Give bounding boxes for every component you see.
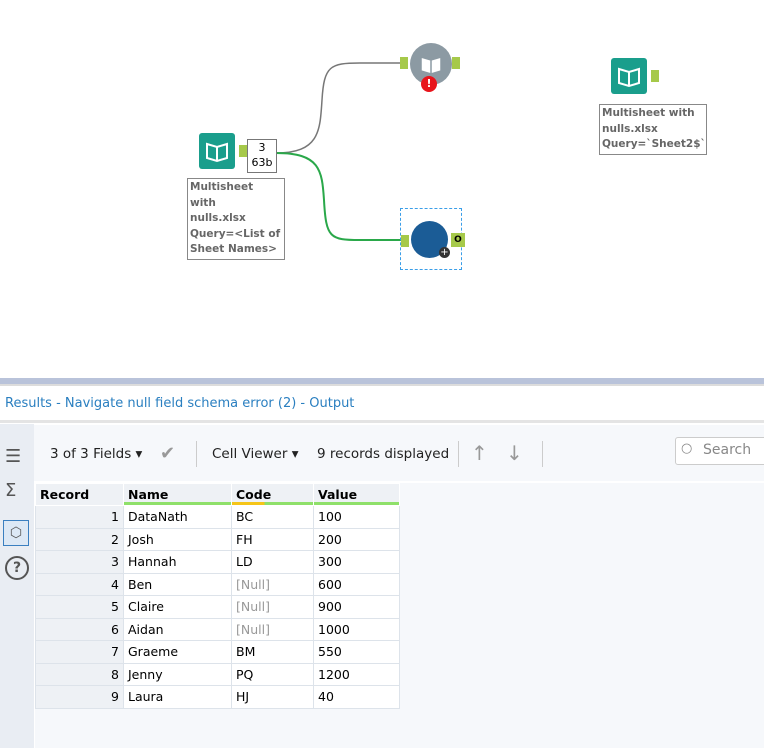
- code-cell[interactable]: BC: [231, 505, 314, 529]
- record-cell[interactable]: 8: [35, 662, 124, 686]
- value-cell[interactable]: 900: [313, 595, 400, 619]
- plus-icon: +: [439, 247, 450, 258]
- input-annotation: Multisheet with nulls.xlsx Query=<List of S…: [187, 178, 285, 260]
- table-row[interactable]: 1 DataNath BC 100: [35, 505, 400, 529]
- table-row[interactable]: 6 Aidan [Null] 1000: [35, 617, 400, 641]
- book-icon: [618, 67, 640, 88]
- name-cell[interactable]: Ben: [123, 572, 232, 596]
- search-input[interactable]: ○ Search: [675, 437, 764, 465]
- connection-lines: [275, 62, 402, 241]
- separator: [196, 441, 197, 467]
- record-cell[interactable]: 3: [35, 550, 124, 574]
- record-cell[interactable]: 5: [35, 595, 124, 619]
- help-icon[interactable]: ?: [5, 556, 29, 580]
- name-cell[interactable]: Jenny: [123, 662, 232, 686]
- workflow-canvas[interactable]: 3 63b Multisheet with nulls.xlsx Query=<Lis…: [0, 0, 764, 378]
- name-cell[interactable]: Aidan: [123, 617, 232, 641]
- records-count: 9 records displayed: [317, 446, 450, 462]
- error-icon: !: [421, 76, 437, 92]
- name-cell[interactable]: Claire: [123, 595, 232, 619]
- table-row[interactable]: 5 Claire [Null] 900: [35, 595, 400, 619]
- value-cell[interactable]: 300: [313, 550, 400, 574]
- input-data-tool[interactable]: [199, 133, 235, 169]
- table-row[interactable]: 8 Jenny PQ 1200: [35, 662, 400, 686]
- code-cell[interactable]: PQ: [231, 662, 314, 686]
- metadata-icon[interactable]: Σ: [5, 480, 25, 501]
- results-grid: Record Name Code Value 1 DataNath BC 100 2 Jo…: [35, 483, 764, 748]
- selected-macro-tool[interactable]: + O: [400, 208, 465, 270]
- output-anchor[interactable]: O: [451, 233, 465, 247]
- value-cell[interactable]: 100: [313, 505, 400, 529]
- value-cell[interactable]: 1200: [313, 662, 400, 686]
- table-view-icon[interactable]: ☰: [5, 446, 25, 467]
- code-cell[interactable]: [Null]: [231, 617, 314, 641]
- record-cell[interactable]: 2: [35, 527, 124, 551]
- code-cell[interactable]: HJ: [231, 685, 314, 709]
- output-view-icon[interactable]: ⬡: [3, 520, 29, 546]
- table-row[interactable]: 7 Graeme BM 550: [35, 640, 400, 664]
- table-row[interactable]: 9 Laura HJ 40: [35, 685, 400, 709]
- name-cell[interactable]: Josh: [123, 527, 232, 551]
- separator: [458, 441, 459, 467]
- divider: [0, 420, 764, 423]
- pane-splitter[interactable]: [0, 378, 764, 386]
- code-cell[interactable]: [Null]: [231, 595, 314, 619]
- record-cell[interactable]: 1: [35, 505, 124, 529]
- input-anchor[interactable]: [401, 235, 409, 247]
- name-cell[interactable]: Laura: [123, 685, 232, 709]
- results-sidebar: ☰ Σ ⬡ ?: [0, 424, 34, 748]
- record-cell[interactable]: 6: [35, 617, 124, 641]
- value-cell[interactable]: 200: [313, 527, 400, 551]
- input-data-tool-2[interactable]: [611, 58, 647, 94]
- value-cell[interactable]: 1000: [313, 617, 400, 641]
- input-annotation-2: Multisheet with nulls.xlsx Query=`Sheet2$`: [599, 104, 707, 155]
- results-toolbar: 3 of 3 Fields ▾ ✔ Cell Viewer ▾ 9 record…: [34, 425, 764, 481]
- separator: [542, 441, 543, 467]
- column-header-code[interactable]: Code: [231, 483, 314, 506]
- name-cell[interactable]: Graeme: [123, 640, 232, 664]
- input-anchor[interactable]: [400, 57, 408, 69]
- name-cell[interactable]: DataNath: [123, 505, 232, 529]
- record-cell[interactable]: 7: [35, 640, 124, 664]
- value-cell[interactable]: 40: [313, 685, 400, 709]
- arrow-up-icon[interactable]: ↑: [471, 441, 488, 465]
- cell-viewer-dropdown[interactable]: Cell Viewer ▾: [212, 446, 299, 462]
- code-cell[interactable]: LD: [231, 550, 314, 574]
- output-anchor[interactable]: [651, 70, 659, 82]
- results-title: Results - Navigate null field schema err…: [5, 396, 355, 411]
- book-icon: [206, 142, 228, 163]
- column-header-record[interactable]: Record: [35, 483, 124, 506]
- value-cell[interactable]: 600: [313, 572, 400, 596]
- output-anchor[interactable]: [452, 57, 460, 69]
- search-icon: ○: [681, 441, 693, 456]
- record-count-badge: 3 63b: [247, 139, 277, 173]
- code-cell[interactable]: [Null]: [231, 572, 314, 596]
- table-row[interactable]: 4 Ben [Null] 600: [35, 572, 400, 596]
- column-header-value[interactable]: Value: [313, 483, 400, 506]
- record-cell[interactable]: 9: [35, 685, 124, 709]
- record-cell[interactable]: 4: [35, 572, 124, 596]
- code-cell[interactable]: FH: [231, 527, 314, 551]
- results-table: Record Name Code Value 1 DataNath BC 100 2 Jo…: [35, 483, 400, 709]
- output-anchor[interactable]: [239, 145, 247, 157]
- name-cell[interactable]: Hannah: [123, 550, 232, 574]
- code-cell[interactable]: BM: [231, 640, 314, 664]
- table-row[interactable]: 2 Josh FH 200: [35, 527, 400, 551]
- column-header-name[interactable]: Name: [123, 483, 232, 506]
- table-row[interactable]: 3 Hannah LD 300: [35, 550, 400, 574]
- checkmark-icon[interactable]: ✔: [160, 443, 175, 464]
- value-cell[interactable]: 550: [313, 640, 400, 664]
- fields-dropdown[interactable]: 3 of 3 Fields ▾: [50, 446, 142, 462]
- arrow-down-icon[interactable]: ↓: [506, 441, 523, 465]
